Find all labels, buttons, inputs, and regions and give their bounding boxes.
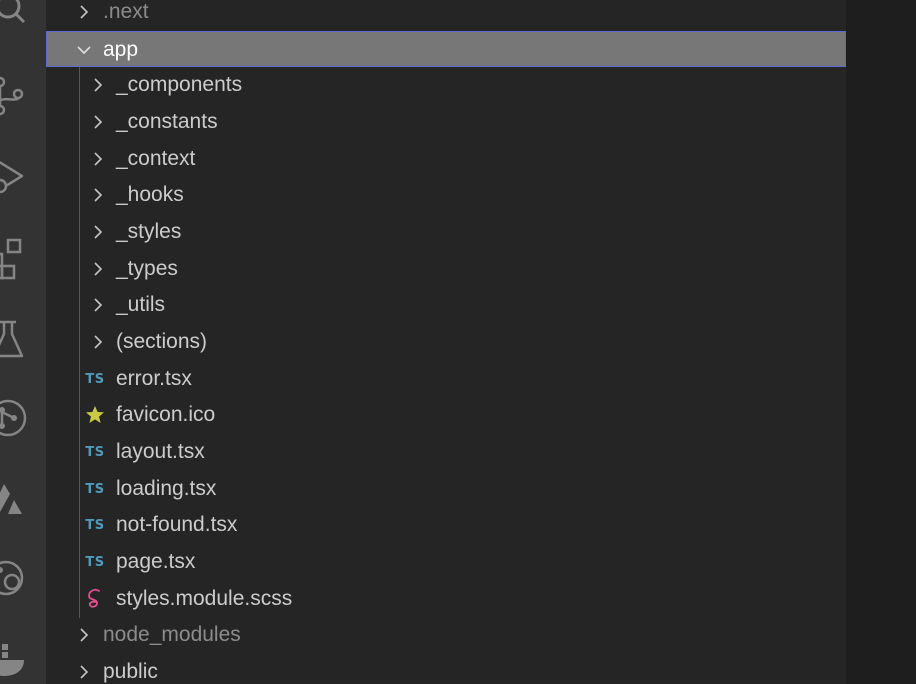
tree-item-label: layout.tsx bbox=[116, 440, 205, 463]
tree-folder-styles[interactable]: _styles bbox=[46, 214, 846, 250]
tree-folder-public[interactable]: public bbox=[46, 654, 846, 684]
activity-bar bbox=[0, 0, 46, 684]
tree-item-label: loading.tsx bbox=[116, 477, 217, 500]
tree-item-label: _constants bbox=[116, 110, 218, 133]
tree-item-label: app bbox=[103, 38, 139, 61]
tree-file-favicon-ico[interactable]: favicon.ico bbox=[46, 397, 846, 433]
run-debug-icon[interactable] bbox=[0, 154, 30, 198]
docker-icon[interactable] bbox=[0, 638, 30, 682]
chevron-right-icon bbox=[91, 295, 105, 315]
source-control-icon[interactable] bbox=[0, 74, 30, 118]
azure-icon[interactable] bbox=[0, 478, 30, 522]
star-icon bbox=[83, 404, 107, 426]
tree-item-label: error.tsx bbox=[116, 367, 192, 390]
tree-folder-constants[interactable]: _constants bbox=[46, 104, 846, 140]
vscode-window: .next app _components _constants _contex… bbox=[0, 0, 916, 684]
chevron-right-icon bbox=[91, 112, 105, 132]
tree-item-label: favicon.ico bbox=[116, 403, 216, 426]
testing-icon[interactable] bbox=[0, 318, 30, 362]
tree-folder-components[interactable]: _components bbox=[46, 67, 846, 103]
tree-file-layout-tsx[interactable]: TS layout.tsx bbox=[46, 434, 846, 470]
tree-item-label: page.tsx bbox=[116, 550, 196, 573]
tree-folder-node-modules[interactable]: node_modules bbox=[46, 617, 846, 653]
chevron-down-icon bbox=[77, 40, 91, 60]
tree-file-not-found-tsx[interactable]: TS not-found.tsx bbox=[46, 507, 846, 543]
extensions-icon[interactable] bbox=[0, 236, 30, 280]
typescript-icon: TS bbox=[85, 554, 105, 570]
explorer-tree: .next app _components _constants _contex… bbox=[46, 0, 846, 684]
typescript-icon: TS bbox=[85, 517, 105, 533]
tree-item-label: node_modules bbox=[103, 623, 241, 646]
tree-item-label: (sections) bbox=[116, 330, 208, 353]
typescript-icon: TS bbox=[85, 371, 105, 387]
chevron-right-icon bbox=[91, 75, 105, 95]
chevron-right-icon bbox=[91, 185, 105, 205]
chevron-right-icon bbox=[91, 222, 105, 242]
chevron-right-icon bbox=[77, 662, 91, 682]
chevron-right-icon bbox=[91, 332, 105, 352]
tree-item-label: _styles bbox=[116, 220, 182, 243]
tree-folder-app[interactable]: app bbox=[46, 31, 846, 67]
tree-folder-types[interactable]: _types bbox=[46, 251, 846, 287]
chevron-right-icon bbox=[91, 149, 105, 169]
remote-explorer-icon[interactable] bbox=[0, 556, 30, 600]
tree-folder-next[interactable]: .next bbox=[46, 0, 846, 30]
tree-item-label: public bbox=[103, 660, 158, 683]
typescript-icon: TS bbox=[85, 481, 105, 497]
tree-folder-context[interactable]: _context bbox=[46, 141, 846, 177]
tree-item-label: _utils bbox=[116, 293, 166, 316]
tree-item-label: _components bbox=[116, 73, 243, 96]
tree-file-error-tsx[interactable]: TS error.tsx bbox=[46, 361, 846, 397]
tree-folder-hooks[interactable]: _hooks bbox=[46, 177, 846, 213]
chevron-right-icon bbox=[77, 2, 91, 22]
search-icon[interactable] bbox=[0, 0, 30, 28]
tree-item-label: _types bbox=[116, 257, 178, 280]
tree-item-label: _context bbox=[116, 147, 196, 170]
tree-item-label: .next bbox=[103, 0, 149, 23]
tree-file-loading-tsx[interactable]: TS loading.tsx bbox=[46, 471, 846, 507]
tree-item-label: _hooks bbox=[116, 183, 184, 206]
tree-folder-sections[interactable]: (sections) bbox=[46, 324, 846, 360]
tree-folder-utils[interactable]: _utils bbox=[46, 287, 846, 323]
chevron-right-icon bbox=[77, 625, 91, 645]
tree-item-label: not-found.tsx bbox=[116, 513, 238, 536]
tree-item-label: styles.module.scss bbox=[116, 587, 293, 610]
tree-file-page-tsx[interactable]: TS page.tsx bbox=[46, 544, 846, 580]
chevron-right-icon bbox=[91, 259, 105, 279]
git-graph-icon[interactable] bbox=[0, 396, 30, 440]
editor-area bbox=[846, 0, 916, 684]
tree-file-styles-module-scss[interactable]: styles.module.scss bbox=[46, 581, 846, 617]
sass-icon bbox=[83, 588, 107, 610]
typescript-icon: TS bbox=[85, 444, 105, 460]
